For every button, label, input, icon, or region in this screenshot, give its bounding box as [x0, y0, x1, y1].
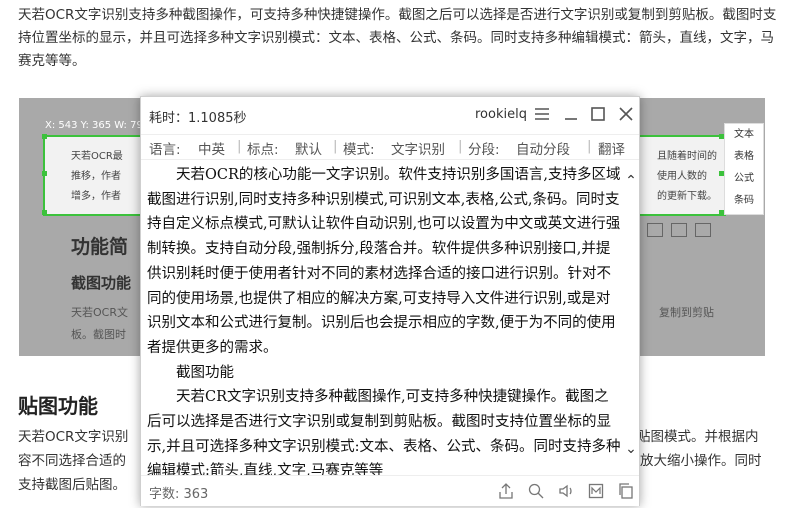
selection-handle[interactable] [42, 134, 47, 139]
segment-label: 分段: [468, 142, 500, 158]
selection-handle[interactable] [42, 210, 47, 215]
menu-icon[interactable] [531, 103, 553, 125]
mode-select[interactable]: 文字识别 [391, 138, 445, 158]
punctuation-label: 标点: [247, 142, 279, 158]
selection-text: 推移，作者 [71, 171, 121, 182]
selection-text: 的更新下载。 [657, 191, 717, 202]
language-select[interactable]: 中英 [198, 138, 225, 158]
coordinate-readout: X: 543 Y: 365 W: 79 [45, 120, 143, 131]
character-count: 字数: 363 [149, 487, 209, 502]
segment-select[interactable]: 自动分段 [516, 138, 570, 158]
share-icon[interactable] [497, 482, 515, 500]
mode-label: 模式: [343, 142, 375, 158]
merge-icon[interactable] [587, 482, 605, 500]
punctuation-select[interactable]: 默认 [295, 138, 322, 158]
overlay-subheading: 截图功能 [71, 274, 132, 292]
copy-icon[interactable] [671, 223, 687, 237]
result-paragraph: 天若OCR的核心功能一文字识别。软件支持识别多国语言,支持多区域截图进行识别,同… [147, 167, 621, 356]
screenshot-toolbar [647, 222, 719, 242]
copy-icon[interactable] [617, 482, 635, 500]
user-name[interactable]: rookielq [475, 107, 527, 122]
ocr-result-window: 耗时：1.1085秒 rookielq 语言: 中英 | 标点: 默认 | 模式… [140, 96, 640, 506]
selection-handle[interactable] [42, 171, 47, 176]
overlay-heading: 功能简 [71, 236, 129, 258]
overlay-text: 天若OCR文 [71, 306, 128, 319]
close-icon[interactable] [615, 103, 637, 125]
selection-text: 天若OCR最 [71, 151, 123, 162]
result-paragraph: 天若CR文字识别支持多种截图操作,可支持多种快捷键操作。截图之后可以选择是否进行… [147, 389, 621, 475]
overlay-text: 板。截图时 [71, 328, 126, 341]
selection-text: 且随着时间的 [657, 151, 717, 162]
search-icon[interactable] [527, 482, 545, 500]
speaker-icon[interactable] [557, 482, 575, 500]
overlay-text: 复制到剪贴 [659, 306, 714, 319]
language-label: 语言: [149, 142, 181, 158]
options-bar: 语言: 中英 | 标点: 默认 | 模式: 文字识别 | 分段: 自动分段 | … [141, 134, 639, 160]
scroll-up-icon[interactable]: ⌃ [624, 173, 638, 189]
paste-text-right: 贴图模式。并根据内 [637, 429, 759, 445]
mode-barcode-item[interactable]: 条码 [725, 190, 763, 212]
mode-table-item[interactable]: 表格 [725, 146, 763, 168]
ocr-mode-menu: 文本 表格 公式 条码 [724, 123, 764, 215]
title-bar[interactable]: 耗时：1.1085秒 rookielq [141, 97, 639, 133]
scroll-down-icon[interactable]: ⌄ [624, 441, 638, 457]
selection-text: 使用人数的 [657, 171, 707, 182]
paste-text-right: 放大缩小操作。同时 [640, 453, 762, 469]
maximize-icon[interactable] [587, 103, 609, 125]
elapsed-time: 耗时：1.1085秒 [149, 111, 247, 126]
mode-text-item[interactable]: 文本 [725, 124, 763, 146]
selection-text: 增多，作者 [71, 191, 121, 202]
translate-button[interactable]: 翻译 [598, 138, 625, 158]
article-intro: 天若OCR文字识别支持多种截图操作，可支持多种快捷键操作。截图之后可以选择是否进… [18, 7, 777, 69]
pin-icon[interactable] [695, 223, 711, 237]
mode-formula-item[interactable]: 公式 [725, 168, 763, 190]
result-paragraph: 截图功能 [176, 364, 234, 381]
status-bar: 字数: 363 [141, 475, 639, 506]
result-textarea[interactable]: 天若OCR的核心功能一文字识别。软件支持识别多国语言,支持多区域截图进行识别,同… [147, 163, 621, 475]
section-heading-paste: 贴图功能 [18, 394, 98, 418]
save-icon[interactable] [647, 223, 663, 237]
minimize-icon[interactable] [560, 103, 582, 125]
